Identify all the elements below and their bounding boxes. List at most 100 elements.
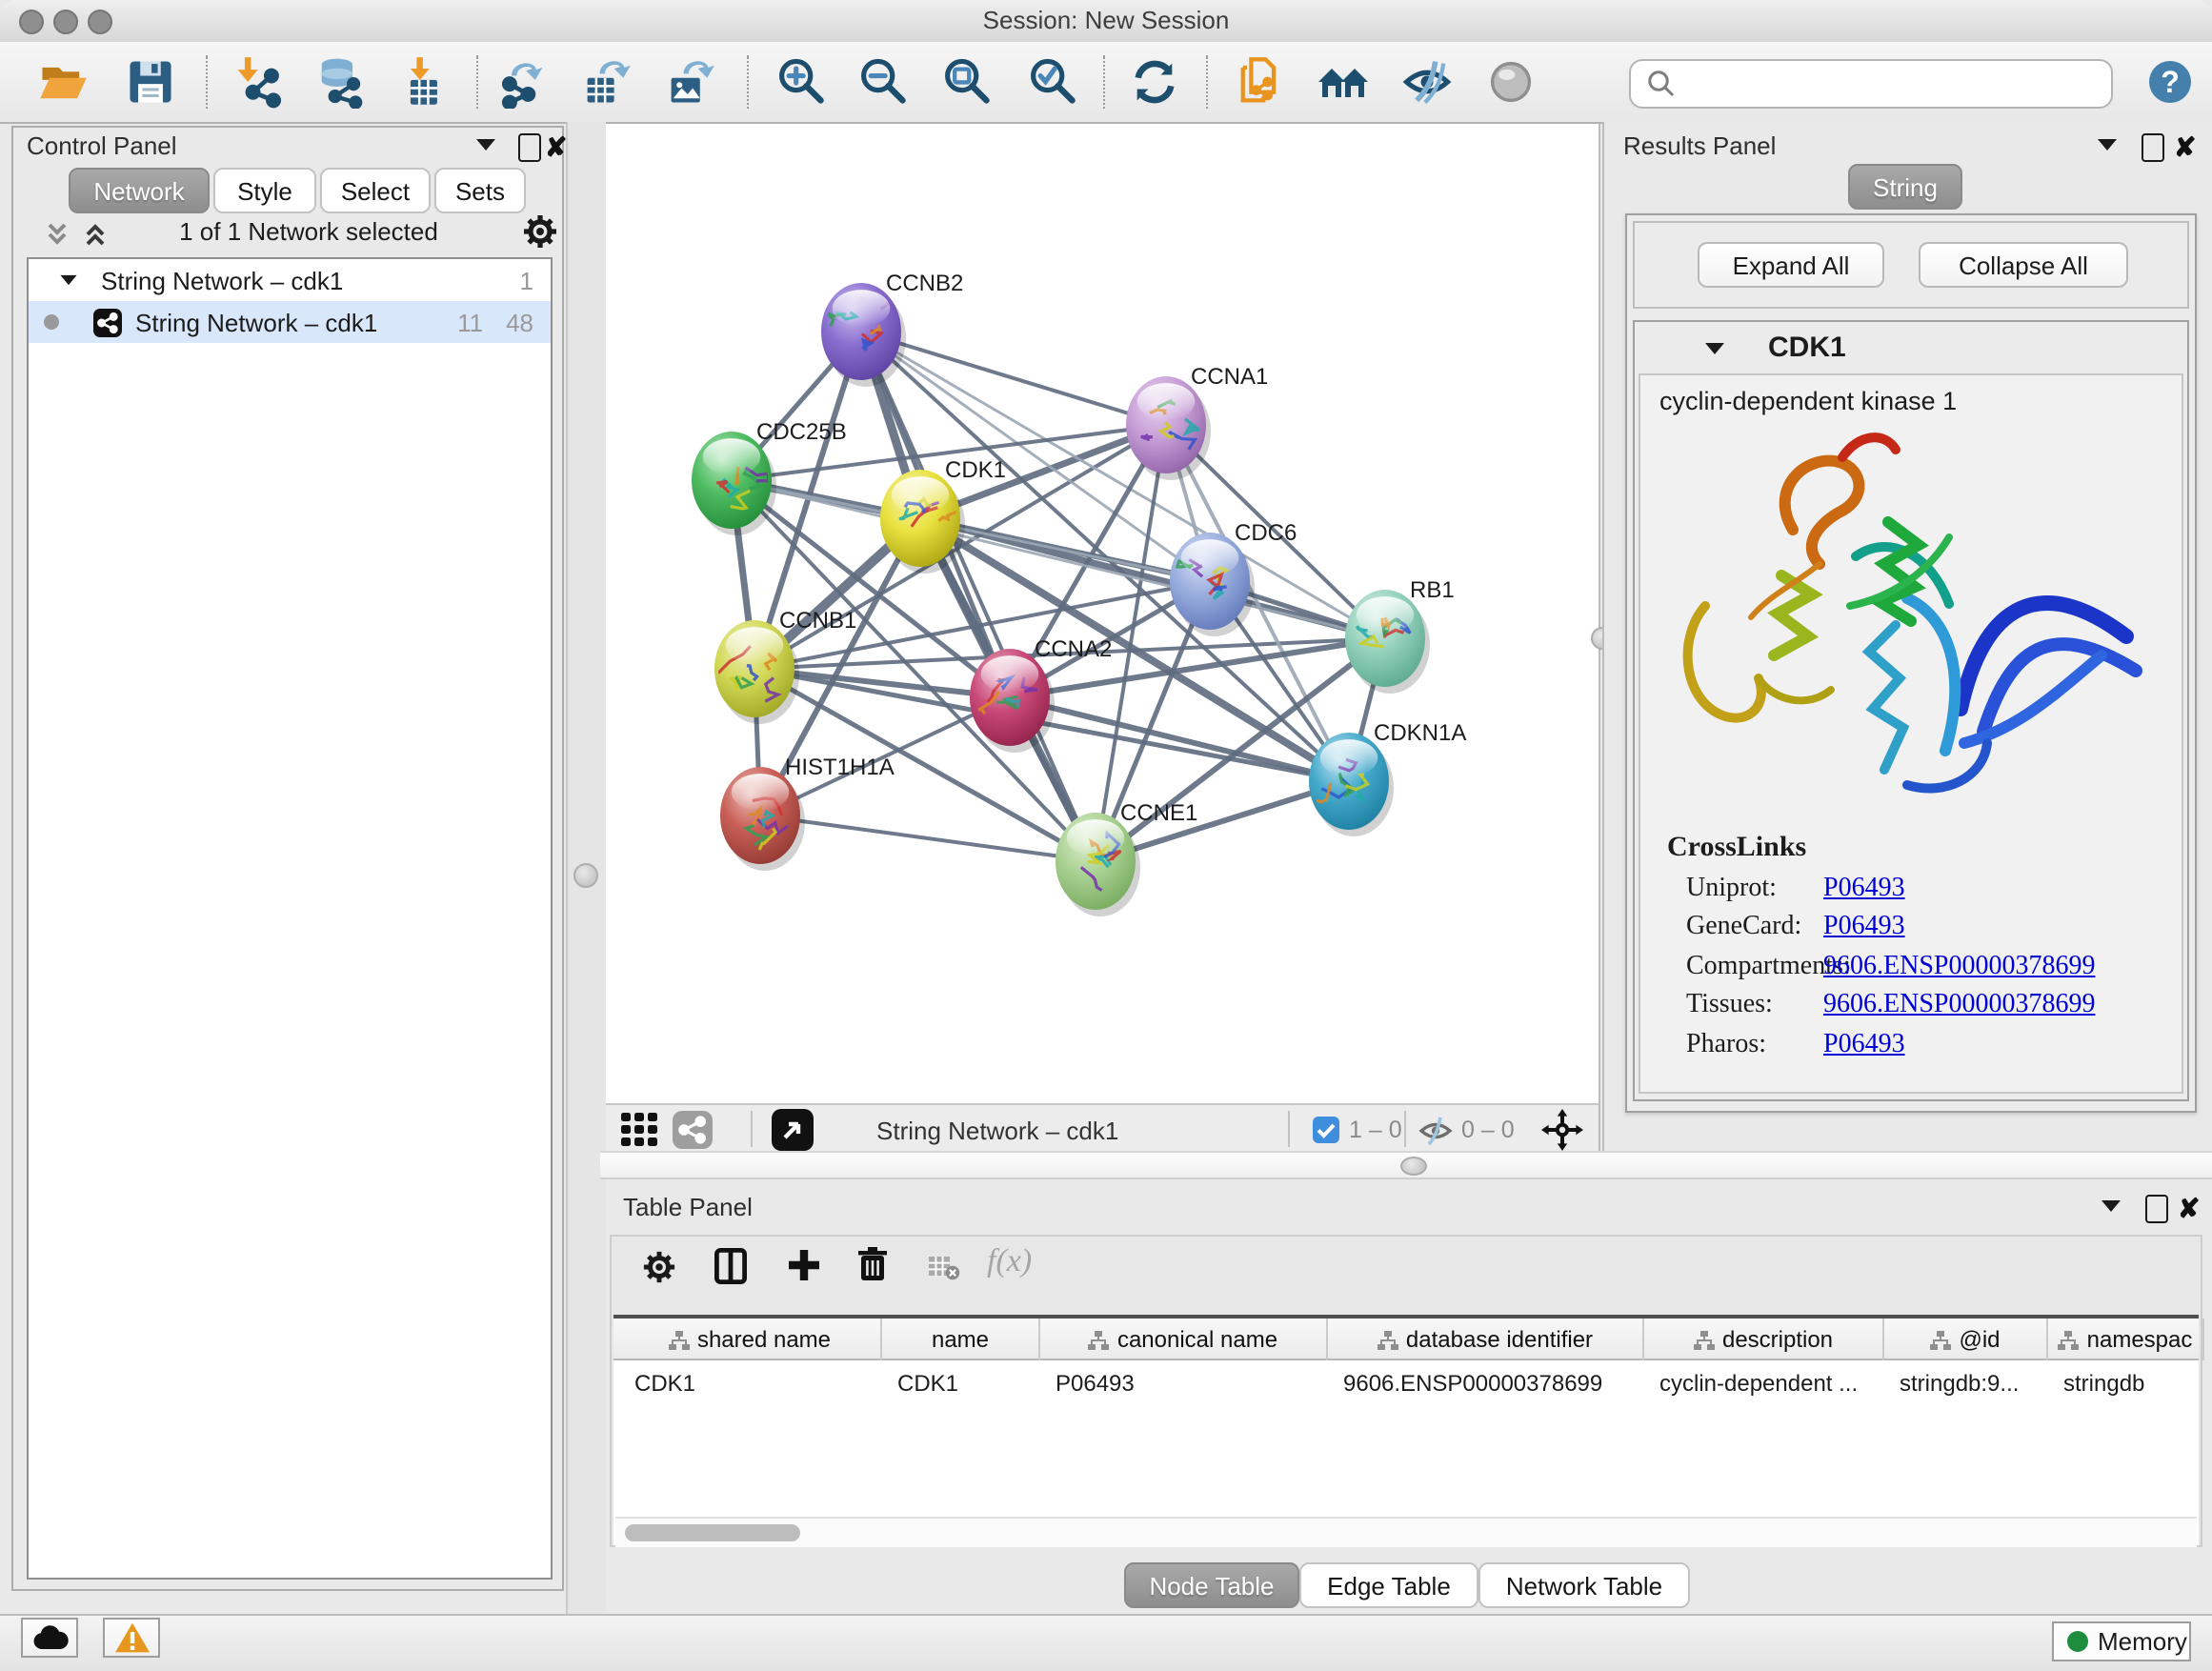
control-panel-close-icon[interactable]: ✘ — [545, 135, 567, 160]
table-cell[interactable]: cyclin-dependent ... — [1644, 1364, 1884, 1402]
birds-eye-view-icon[interactable] — [621, 1109, 659, 1151]
export-table-icon[interactable] — [573, 50, 638, 114]
tab-select[interactable]: Select — [320, 168, 431, 213]
network-node-cdkn1a[interactable]: CDKN1A — [1309, 720, 1467, 836]
table-panel-float-icon[interactable] — [2145, 1195, 2168, 1223]
table-hscrollbar-thumb[interactable] — [625, 1524, 800, 1541]
zoom-out-icon[interactable] — [850, 50, 915, 114]
network-edge[interactable] — [861, 332, 1166, 425]
collection-label: String Network – cdk1 — [101, 266, 343, 294]
pan-crosshair-icon[interactable] — [1541, 1109, 1583, 1151]
network-collection-row[interactable]: String Network – cdk1 1 — [29, 259, 551, 301]
zoom-fit-icon[interactable] — [934, 50, 998, 114]
table-panel-menu-caret-icon[interactable] — [2101, 1200, 2121, 1212]
tab-edge-table[interactable]: Edge Table — [1299, 1562, 1478, 1608]
results-panel-close-icon[interactable]: ✘ — [2174, 135, 2196, 160]
delete-table-icon[interactable] — [928, 1256, 960, 1290]
table-cell[interactable]: CDK1 — [882, 1364, 1040, 1402]
splitter-handle[interactable] — [573, 863, 598, 888]
node-table[interactable]: shared namenamecanonical namedatabase id… — [613, 1315, 2199, 1545]
search-field[interactable] — [1629, 59, 2113, 109]
open-in-window-icon[interactable] — [772, 1109, 814, 1151]
memory-button[interactable]: Memory — [2052, 1621, 2191, 1661]
refresh-icon[interactable] — [1122, 50, 1187, 114]
expand-all-chevron-icon[interactable] — [80, 219, 111, 259]
gene-section-caret-icon[interactable] — [1705, 343, 1724, 354]
export-network-icon[interactable] — [492, 50, 556, 114]
tab-network-table[interactable]: Network Table — [1478, 1562, 1690, 1608]
add-column-icon[interactable] — [787, 1248, 821, 1292]
collapse-all-chevron-icon[interactable] — [42, 219, 72, 259]
show-columns-icon[interactable] — [714, 1248, 747, 1294]
column-header--id[interactable]: @id — [1884, 1319, 2048, 1360]
table-cell[interactable]: 9606.ENSP00000378699 — [1328, 1364, 1644, 1402]
network-edge[interactable] — [760, 815, 1096, 861]
network-from-document-icon[interactable] — [1227, 50, 1292, 114]
table-options-gear-icon[interactable] — [642, 1250, 676, 1294]
export-image-icon[interactable] — [657, 50, 722, 114]
warnings-button[interactable] — [103, 1618, 160, 1658]
import-network-database-icon[interactable] — [307, 50, 372, 114]
cloud-button[interactable] — [21, 1618, 78, 1658]
table-cell[interactable]: stringdb:9... — [1884, 1364, 2048, 1402]
selected-checkbox-icon[interactable] — [1313, 1109, 1339, 1151]
column-header-canonical-name[interactable]: canonical name — [1040, 1319, 1328, 1360]
tab-network[interactable]: Network — [69, 168, 210, 213]
crosslink-link[interactable]: P06493 — [1823, 913, 1905, 943]
zoom-in-icon[interactable] — [768, 50, 833, 114]
crosslink-row: Tissues:9606.ENSP00000378699 — [1686, 991, 2182, 1021]
crosslink-link[interactable]: P06493 — [1823, 874, 1905, 904]
houses-icon[interactable] — [1311, 50, 1376, 114]
tab-style[interactable]: Style — [213, 168, 316, 213]
crosslink-link[interactable]: P06493 — [1823, 1030, 1905, 1060]
open-session-icon[interactable] — [30, 50, 95, 114]
table-cell[interactable]: stringdb — [2048, 1364, 2204, 1402]
column-header-shared-name[interactable]: shared name — [619, 1319, 882, 1360]
title-bar: Session: New Session — [0, 0, 2212, 44]
network-node-ccnb2[interactable]: CCNB2 — [821, 271, 963, 387]
crosslink-link[interactable]: 9606.ENSP00000378699 — [1823, 991, 2095, 1021]
selected-counts: 1 – 0 — [1349, 1109, 1402, 1151]
expand-all-button[interactable]: Expand All — [1698, 242, 1884, 288]
tab-sets[interactable]: Sets — [434, 168, 526, 213]
help-icon[interactable]: ? — [2138, 50, 2202, 114]
splitter-handle[interactable] — [1400, 1157, 1427, 1176]
tab-string[interactable]: String — [1848, 164, 1962, 210]
control-panel-menu-caret-icon[interactable] — [476, 139, 495, 151]
function-builder-icon[interactable]: f(x) — [987, 1242, 1032, 1280]
zoom-selected-icon[interactable] — [1019, 50, 1084, 114]
network-edge[interactable] — [861, 332, 1096, 861]
results-panel-float-icon[interactable] — [2142, 133, 2164, 162]
show-selected-eye-icon[interactable] — [1478, 50, 1543, 114]
table-cell[interactable]: P06493 — [1040, 1364, 1328, 1402]
column-header-name[interactable]: name — [882, 1319, 1040, 1360]
network-node-rb1[interactable]: RB1 — [1345, 577, 1455, 694]
network-node-cdc6[interactable]: CDC6 — [1170, 520, 1297, 636]
results-panel-menu-caret-icon[interactable] — [2098, 139, 2117, 151]
crosslink-label: Tissues: — [1686, 991, 1823, 1021]
network-options-gear-icon[interactable] — [522, 213, 558, 259]
save-session-icon[interactable] — [118, 50, 183, 114]
hide-selected-eye-icon[interactable] — [1395, 50, 1459, 114]
tab-node-table[interactable]: Node Table — [1124, 1562, 1299, 1608]
collapse-all-button[interactable]: Collapse All — [1919, 242, 2128, 288]
delete-column-trash-icon[interactable] — [857, 1246, 888, 1292]
network-node-ccna1[interactable]: CCNA1 — [1126, 364, 1268, 480]
network-type-share-icon[interactable] — [673, 1109, 713, 1151]
control-panel-float-icon[interactable] — [518, 133, 541, 162]
column-header-description[interactable]: description — [1644, 1319, 1884, 1360]
column-header-database-identifier[interactable]: database identifier — [1328, 1319, 1644, 1360]
table-panel-close-icon[interactable]: ✘ — [2178, 1197, 2200, 1221]
import-table-icon[interactable] — [392, 50, 457, 114]
network-view-canvas[interactable]: CCNB2CCNA1CDC25BCDK1CDC6RB1CCNB1CCNA2CDK… — [604, 124, 1600, 1103]
crosslink-link[interactable]: 9606.ENSP00000378699 — [1823, 952, 2095, 982]
import-network-file-icon[interactable] — [227, 50, 292, 114]
table-cell[interactable]: CDK1 — [619, 1364, 882, 1402]
collection-caret-icon[interactable] — [61, 275, 77, 285]
search-input[interactable] — [1680, 69, 2111, 99]
hidden-eye-slash-icon[interactable] — [1418, 1109, 1454, 1151]
network-node-hist1h1a[interactable]: HIST1H1A — [720, 755, 895, 871]
table-hscrollbar[interactable] — [615, 1517, 2197, 1547]
column-header-namespac[interactable]: namespac — [2048, 1319, 2204, 1360]
network-row[interactable]: String Network – cdk1 11 48 — [29, 301, 551, 343]
